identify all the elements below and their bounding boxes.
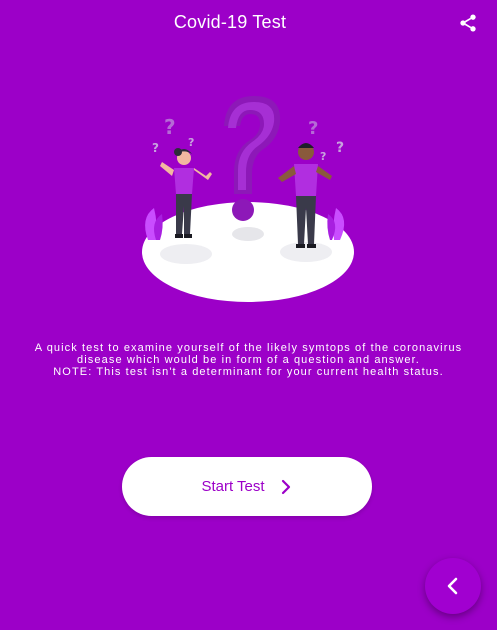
start-test-label: Start Test [201, 478, 265, 495]
svg-text:?: ? [188, 136, 194, 149]
description-line-2: disease which would be in form of a ques… [77, 354, 420, 366]
svg-text:?: ? [336, 140, 344, 156]
svg-text:?: ? [152, 141, 159, 155]
chevron-left-icon [447, 577, 458, 595]
covid-question-illustration: ? ? ? ? ? ? [142, 96, 354, 302]
svg-text:?: ? [320, 150, 326, 163]
app-screen: Covid-19 Test ? ? ? ? ? ? A quick test t… [0, 0, 497, 630]
start-test-button[interactable]: Start Test [122, 457, 372, 516]
svg-text:?: ? [164, 115, 176, 139]
description-line-1: A quick test to examine yourself of the … [34, 342, 463, 354]
description-note: NOTE: This test isn't a determinant for … [53, 366, 444, 378]
test-description: A quick test to examine yourself of the … [20, 342, 477, 378]
chevron-right-icon [279, 479, 293, 495]
page-title: Covid-19 Test [173, 12, 287, 32]
svg-text:?: ? [308, 118, 318, 139]
back-fab-button[interactable] [425, 558, 481, 614]
share-button[interactable] [455, 10, 481, 36]
share-icon [460, 14, 476, 32]
